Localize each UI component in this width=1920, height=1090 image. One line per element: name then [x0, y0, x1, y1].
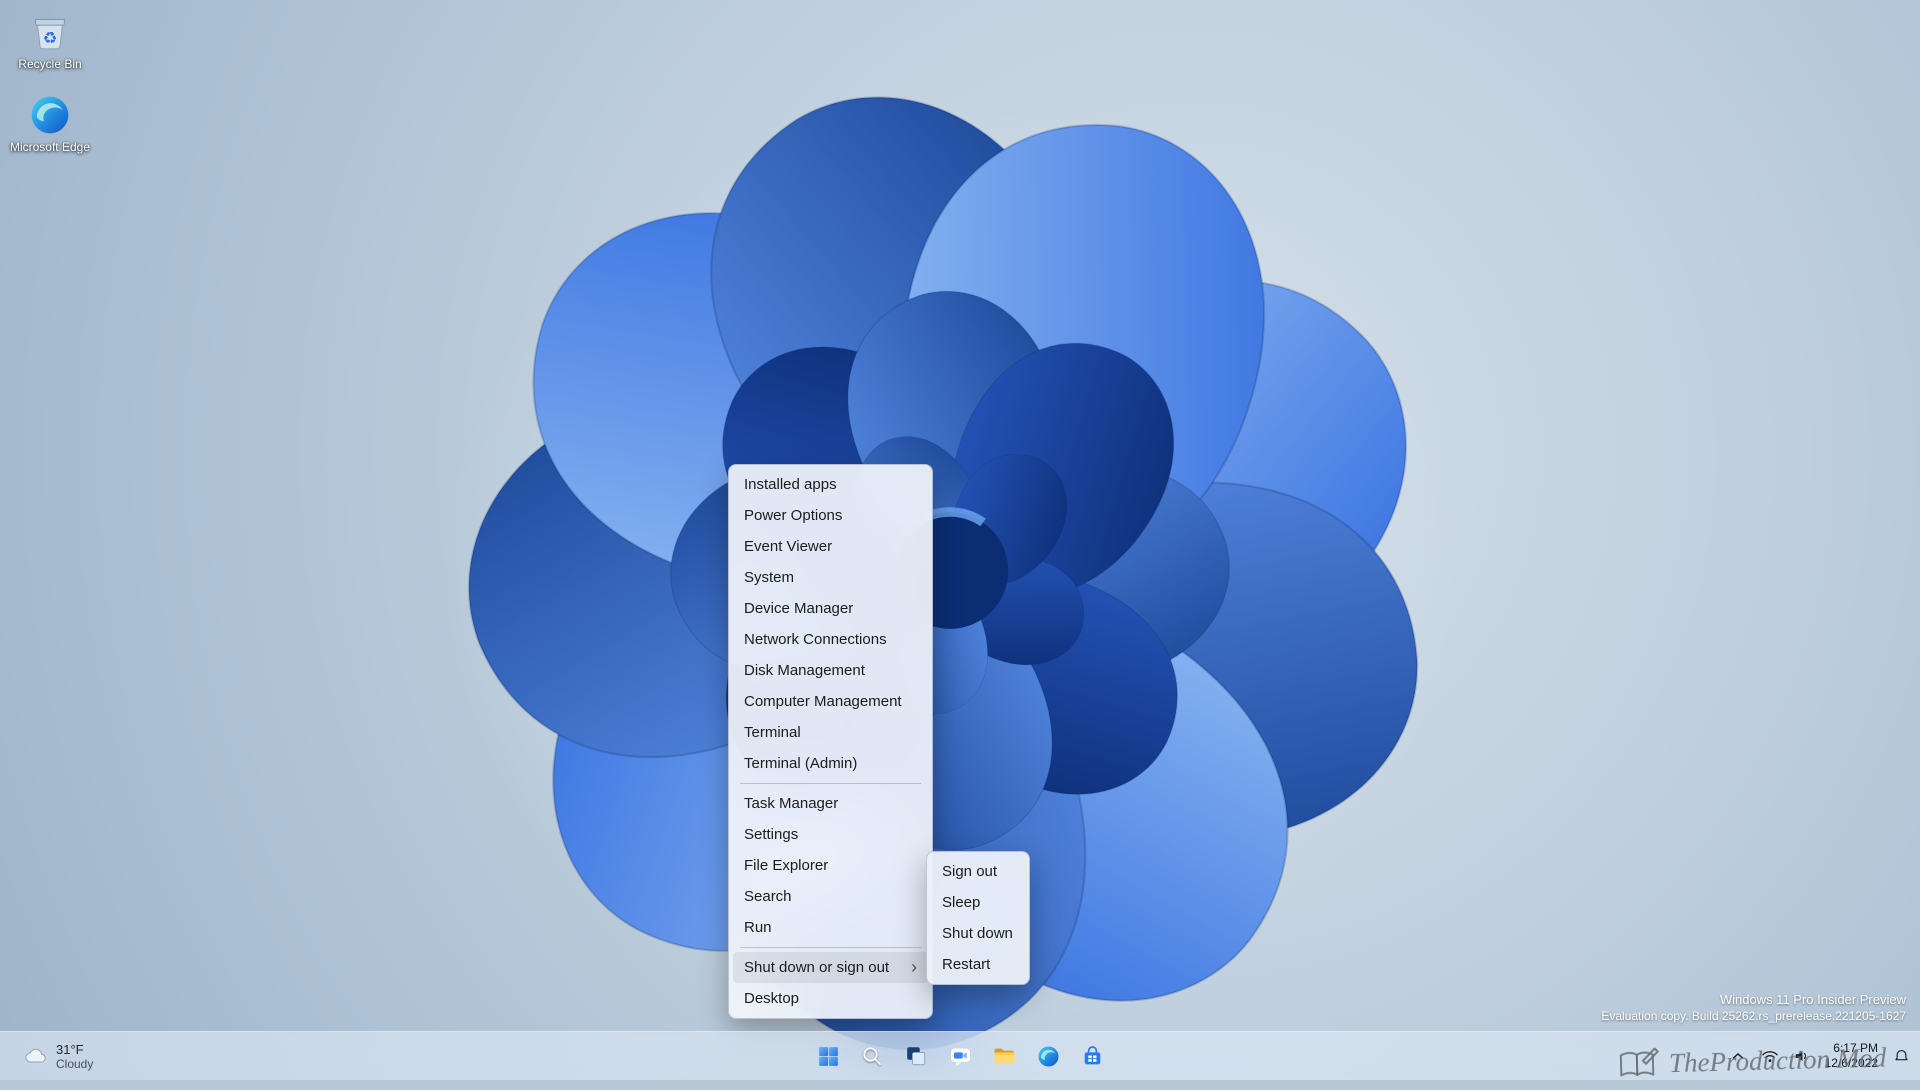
winx-context-menu: Installed apps Power Options Event Viewer S… [728, 464, 933, 1019]
svg-text:♻: ♻ [43, 28, 58, 47]
file-explorer-button[interactable] [984, 1036, 1024, 1076]
volume-button[interactable] [1789, 1042, 1815, 1070]
menu-item-label: Installed apps [744, 476, 837, 493]
watermark-line2: Evaluation copy. Build 25262.rs_prerelea… [1601, 1009, 1906, 1023]
weather-temperature: 31°F [56, 1041, 84, 1057]
wifi-icon [1761, 1051, 1778, 1063]
menu-item-settings[interactable]: Settings [733, 819, 928, 850]
menu-item-terminal-admin[interactable]: Terminal (Admin) [733, 748, 928, 779]
menu-item-desktop[interactable]: Desktop [733, 983, 928, 1014]
desktop-icon-label: Recycle Bin [18, 57, 82, 71]
chevron-right-icon: › [911, 957, 917, 977]
menu-item-power-options[interactable]: Power Options [733, 500, 928, 531]
system-tray: 6:17 PM 12/6/2022 [1725, 1032, 1914, 1080]
menu-item-device-manager[interactable]: Device Manager [733, 593, 928, 624]
menu-item-shut-down-or-sign-out[interactable]: Shut down or sign out › [733, 952, 928, 983]
desktop-icon-recycle-bin[interactable]: ♻ Recycle Bin [6, 8, 94, 71]
watermark-line1: Windows 11 Pro Insider Preview [1719, 992, 1906, 1007]
start-button[interactable] [808, 1036, 848, 1076]
menu-item-label: Terminal [744, 724, 801, 741]
menu-item-disk-management[interactable]: Disk Management [733, 655, 928, 686]
desktop-icon-label: Microsoft Edge [9, 140, 91, 154]
recycle-bin-icon: ♻ [35, 19, 65, 50]
store-icon [1084, 1045, 1100, 1064]
menu-item-label: Computer Management [744, 693, 902, 710]
volume-icon [1795, 1050, 1806, 1062]
edge-icon [31, 96, 69, 134]
taskbar-clock[interactable]: 6:17 PM 12/6/2022 [1821, 1041, 1882, 1071]
menu-item-label: Sleep [942, 894, 981, 911]
menu-item-file-explorer[interactable]: File Explorer [733, 850, 928, 881]
power-submenu: Sign out Sleep Shut down Restart [926, 851, 1030, 985]
menu-item-label: Network Connections [744, 631, 887, 648]
menu-item-label: File Explorer [744, 857, 829, 874]
menu-item-label: Power Options [744, 507, 843, 524]
menu-item-label: Task Manager [744, 795, 839, 812]
network-button[interactable] [1757, 1042, 1783, 1070]
edge-icon [1038, 1046, 1058, 1066]
edge-button[interactable] [1028, 1036, 1068, 1076]
notification-center-button[interactable] [1888, 1042, 1914, 1070]
menu-item-installed-apps[interactable]: Installed apps [733, 469, 928, 500]
windows-logo-icon [818, 1046, 838, 1066]
submenu-item-sleep[interactable]: Sleep [931, 887, 1025, 918]
taskbar-center-icons [808, 1032, 1112, 1080]
menu-item-event-viewer[interactable]: Event Viewer [733, 531, 928, 562]
menu-item-label: Desktop [744, 990, 800, 1007]
task-view-button[interactable] [896, 1036, 936, 1076]
chat-icon [949, 1047, 971, 1066]
cloud-icon [25, 1048, 46, 1063]
menu-item-label: Device Manager [744, 600, 854, 617]
folder-icon [994, 1048, 1014, 1064]
menu-item-label: Settings [744, 826, 799, 843]
menu-separator [740, 783, 921, 784]
evaluation-watermark: Windows 11 Pro Insider Preview Evaluatio… [1601, 991, 1906, 1024]
search-icon [863, 1047, 881, 1065]
menu-item-terminal[interactable]: Terminal [733, 717, 928, 748]
menu-item-label: Sign out [942, 863, 998, 880]
menu-separator [740, 947, 921, 948]
menu-item-computer-management[interactable]: Computer Management [733, 686, 928, 717]
show-hidden-icons-button[interactable] [1725, 1042, 1751, 1070]
menu-item-label: System [744, 569, 795, 586]
taskbar: 31°F Cloudy 6:17 PM 12/6/2022 [0, 1031, 1920, 1080]
menu-item-run[interactable]: Run [733, 912, 928, 943]
desktop-icons: ♻ Recycle Bin Microsoft Edge [6, 8, 94, 154]
menu-item-system[interactable]: System [733, 562, 928, 593]
menu-item-label: Terminal (Admin) [744, 755, 858, 772]
weather-text: 31°F Cloudy [56, 1042, 93, 1071]
chevron-up-icon [1732, 1053, 1743, 1059]
menu-item-label: Run [744, 919, 772, 936]
weather-condition: Cloudy [56, 1056, 94, 1071]
search-button[interactable] [852, 1036, 892, 1076]
menu-item-network-connections[interactable]: Network Connections [733, 624, 928, 655]
menu-item-task-manager[interactable]: Task Manager [733, 788, 928, 819]
menu-item-search[interactable]: Search [733, 881, 928, 912]
notification-bell-icon [1894, 1049, 1908, 1060]
menu-item-label: Shut down [942, 925, 1013, 942]
submenu-item-restart[interactable]: Restart [931, 949, 1025, 980]
menu-item-label: Search [744, 888, 792, 905]
submenu-item-shut-down[interactable]: Shut down [931, 918, 1025, 949]
menu-item-label: Shut down or sign out [744, 959, 890, 976]
submenu-item-sign-out[interactable]: Sign out [931, 856, 1025, 887]
chat-button[interactable] [940, 1036, 980, 1076]
menu-item-label: Disk Management [744, 662, 865, 679]
store-button[interactable] [1072, 1036, 1112, 1076]
weather-widget[interactable]: 31°F Cloudy [14, 1032, 101, 1080]
menu-item-label: Restart [942, 956, 991, 973]
clock-date: 12/6/2022 [1824, 1056, 1878, 1070]
clock-time: 6:17 PM [1833, 1041, 1878, 1055]
menu-item-label: Event Viewer [744, 538, 833, 555]
desktop-icon-microsoft-edge[interactable]: Microsoft Edge [6, 93, 94, 154]
task-view-icon [907, 1047, 926, 1066]
